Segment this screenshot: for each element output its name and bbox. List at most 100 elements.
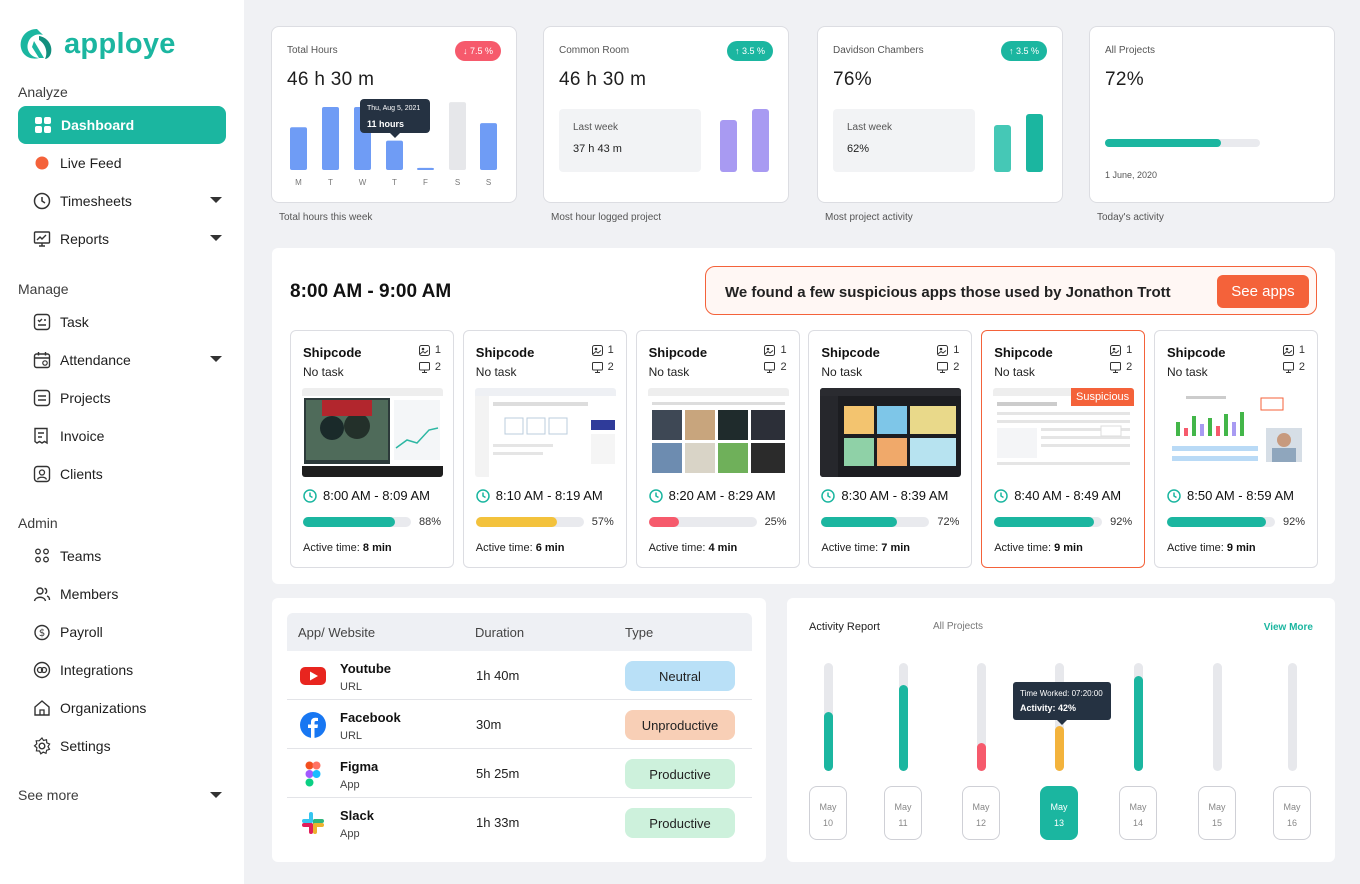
app-name: Slack (340, 808, 374, 823)
screenshot-time-value: 8:30 AM - 8:39 AM (841, 488, 949, 503)
day-bar[interactable] (449, 102, 466, 170)
image-icon (591, 344, 603, 356)
day-button[interactable]: May 15 (1198, 786, 1236, 840)
screenshot-card[interactable]: Shipcode No task 1 2 8:30 AM - 8:39 AM 72% Act… (808, 330, 973, 568)
sidebar-item-label: Organizations (60, 700, 147, 716)
activity-fill[interactable] (898, 684, 908, 771)
chevron-down-icon[interactable] (210, 235, 222, 241)
day-button[interactable]: May 10 (809, 786, 847, 840)
screenshot-card[interactable]: Shipcode No task 1 2 8:20 AM - 8:29 AM 25% Act… (635, 330, 800, 568)
activity-fill[interactable] (976, 742, 986, 771)
section-admin: Admin (18, 515, 58, 531)
activity-bar (994, 517, 1103, 527)
type-badge[interactable]: Neutral (625, 661, 735, 691)
screenshot-card[interactable]: Shipcode No task 1 2 8:10 AM - 8:19 AM 57% Act… (462, 330, 627, 568)
screenshot-count-value: 1 (780, 344, 787, 356)
screenshot-count-value: 1 (953, 344, 960, 356)
app-name: apploye (64, 27, 176, 60)
screenshot-time: 8:20 AM - 8:29 AM (648, 488, 776, 503)
activity-fill[interactable] (823, 711, 833, 771)
sidebar-item-integrations[interactable]: Integrations (18, 651, 226, 689)
clock-icon (303, 488, 317, 503)
activity-track (898, 663, 908, 771)
activity-fill[interactable] (1054, 725, 1064, 771)
table-row[interactable]: Facebook URL 30m Unproductive (287, 700, 752, 749)
col-duration[interactable]: Duration (475, 625, 524, 640)
sidebar-item-reports[interactable]: Reports (18, 220, 226, 258)
screen-count: 2 (937, 361, 959, 373)
table-row[interactable]: Slack App 1h 33m Productive (287, 798, 752, 847)
sidebar-item-members[interactable]: Members (18, 575, 226, 613)
screenshot-count: 1 (764, 344, 787, 356)
sidebar-item-settings[interactable]: Settings (18, 727, 226, 765)
screenshot-thumbnail[interactable]: Suspicious (993, 388, 1135, 477)
screenshot-time: 8:40 AM - 8:49 AM (994, 488, 1121, 503)
app-kind: URL (340, 730, 363, 742)
common-room-card[interactable]: Common Room ↑ 3.5 % 46 h 30 m Last week … (543, 26, 789, 203)
chevron-down-icon[interactable] (210, 197, 222, 203)
screenshot-thumbnail[interactable] (474, 388, 616, 477)
sidebar-item-timesheets[interactable]: Timesheets (18, 182, 226, 220)
sidebar-item-dashboard[interactable]: Dashboard (18, 106, 226, 144)
davidson-card[interactable]: Davidson Chambers ↑ 3.5 % 76% Last week … (817, 26, 1063, 203)
day-button[interactable]: May 11 (884, 786, 922, 840)
app-kind: App (340, 828, 360, 840)
screenshot-thumbnail[interactable] (302, 388, 443, 477)
day-label: T (392, 178, 397, 187)
active-time-label: Active time: (1167, 542, 1227, 554)
screenshot-thumbnail[interactable] (647, 388, 789, 477)
type-badge[interactable]: Productive (625, 808, 735, 838)
screenshot-thumbnail[interactable] (820, 388, 962, 477)
sidebar-item-invoice[interactable]: Invoice (18, 417, 226, 455)
screenshot-count-value: 1 (434, 344, 441, 356)
day-month: May (1208, 802, 1226, 812)
col-type[interactable]: Type (625, 625, 653, 640)
activity-fill[interactable] (1133, 675, 1143, 771)
settings-icon (33, 737, 51, 755)
day-bar[interactable] (386, 140, 403, 170)
sidebar-item-task[interactable]: Task (18, 303, 226, 341)
active-time-value: 8 min (362, 542, 392, 554)
screenshot-card[interactable]: Shipcode No task 1 2 8:50 AM - 8:59 AM 92% Act… (1154, 330, 1318, 568)
sidebar-item-attendance[interactable]: Attendance (18, 341, 226, 379)
day-button[interactable]: May 16 (1273, 786, 1311, 840)
see-more-button[interactable]: See more (18, 787, 226, 803)
table-header: App/ Website Duration Type (287, 613, 752, 651)
sidebar-item-label: Teams (60, 548, 102, 564)
day-button[interactable]: May 14 (1119, 786, 1157, 840)
sidebar-item-clients[interactable]: Clients (18, 455, 226, 493)
apploye-logo[interactable]: apploye (18, 27, 176, 61)
sidebar-item-label: Dashboard (61, 117, 135, 133)
total-hours-card[interactable]: Total Hours ↓ 7.5 % 46 h 30 m M T W T F S S Th… (271, 26, 517, 203)
project-filter[interactable]: All Projects (933, 621, 983, 632)
screenshot-card-suspicious[interactable]: Shipcode No task 1 2 Suspicious 8:40 AM - 8:4… (981, 330, 1146, 568)
day-bar[interactable] (480, 123, 497, 170)
day-bar[interactable] (322, 107, 339, 170)
table-row[interactable]: Youtube URL 1h 40m Neutral (287, 651, 752, 700)
sidebar-item-organizations[interactable]: Organizations (18, 689, 226, 727)
type-badge[interactable]: Productive (625, 759, 735, 789)
sidebar-item-teams[interactable]: Teams (18, 537, 226, 575)
sidebar-item-projects[interactable]: Projects (18, 379, 226, 417)
col-app[interactable]: App/ Website (298, 625, 375, 640)
day-button-selected[interactable]: May 13 (1040, 786, 1078, 840)
day-bar[interactable] (290, 127, 307, 170)
table-row[interactable]: Figma App 5h 25m Productive (287, 749, 752, 798)
screenshot-thumbnail[interactable] (1166, 388, 1307, 477)
screenshot-card[interactable]: Shipcode No task 1 2 8:00 AM - 8:09 AM 88% Act… (290, 330, 454, 568)
sidebar-item-payroll[interactable]: $ Payroll (18, 613, 226, 651)
chevron-down-icon[interactable] (210, 356, 222, 362)
day-button[interactable]: May 12 (962, 786, 1000, 840)
monitor-icon (937, 361, 949, 373)
type-badge[interactable]: Unproductive (625, 710, 735, 740)
screenshot-task: No task (1167, 365, 1208, 379)
see-apps-button[interactable]: See apps (1217, 275, 1309, 308)
day-bar[interactable] (417, 167, 434, 170)
sidebar-item-live-feed[interactable]: Live Feed (18, 144, 226, 182)
integrations-icon (33, 661, 51, 679)
app-duration: 5h 25m (476, 766, 520, 781)
all-projects-card[interactable]: All Projects 72% 1 June, 2020 (1089, 26, 1335, 203)
view-more-link[interactable]: View More (1264, 622, 1313, 633)
active-time-value: 9 min (1226, 542, 1256, 554)
active-time-label: Active time: (475, 542, 536, 554)
